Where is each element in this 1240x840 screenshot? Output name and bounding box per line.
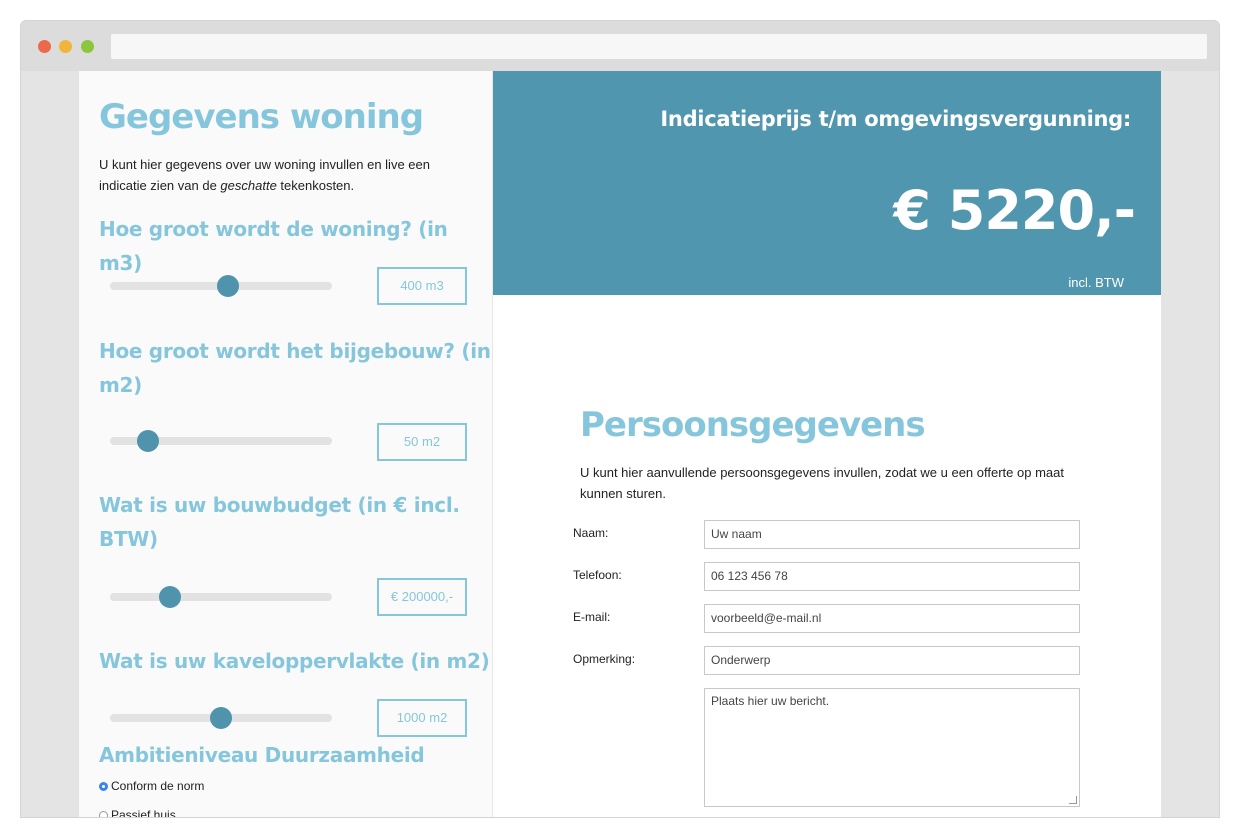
- annex-size-slider[interactable]: [110, 430, 332, 452]
- option-label: Conform de norm: [111, 779, 205, 793]
- subject-field[interactable]: Onderwerp: [704, 646, 1080, 675]
- price-indication-title: Indicatieprijs t/m omgevingsvergunning:: [660, 107, 1131, 131]
- option-conform-norm[interactable]: Conform de norm: [99, 779, 204, 793]
- phone-field[interactable]: 06 123 456 78: [704, 562, 1080, 591]
- house-size-value[interactable]: 400 m3: [377, 267, 467, 305]
- remark-label: Opmerking:: [573, 652, 636, 666]
- message-textarea[interactable]: Plaats hier uw bericht.: [704, 688, 1080, 807]
- plot-size-value[interactable]: 1000 m2: [377, 699, 467, 737]
- budget-slider[interactable]: [110, 586, 332, 608]
- minimize-window-button[interactable]: [59, 40, 72, 53]
- email-field[interactable]: voorbeeld@e-mail.nl: [704, 604, 1080, 633]
- plot-size-label: Wat is uw kaveloppervlakte (in m2): [99, 649, 490, 673]
- budget-value[interactable]: € 200000,-: [377, 578, 467, 616]
- personal-details-intro: U kunt hier aanvullende persoonsgegevens…: [580, 465, 1064, 501]
- phone-label: Telefoon:: [573, 568, 622, 582]
- house-size-slider[interactable]: [110, 275, 332, 297]
- right-panel: Indicatieprijs t/m omgevingsvergunning: …: [493, 71, 1161, 817]
- budget-label: Wat is uw bouwbudget (in € incl.: [99, 493, 460, 517]
- intro-text-end: tekenkosten.: [276, 178, 355, 193]
- slider-handle[interactable]: [137, 430, 159, 452]
- radio-checked-icon[interactable]: [99, 781, 108, 791]
- house-details-title: Gegevens woning: [99, 97, 424, 137]
- page-content: Gegevens woning U kunt hier gegevens ove…: [79, 71, 1161, 818]
- annex-size-value[interactable]: 50 m2: [377, 423, 467, 461]
- option-label: Passief huis: [111, 808, 176, 818]
- slider-handle[interactable]: [159, 586, 181, 608]
- annex-size-label: Hoe groot wordt het bijgebouw? (in: [99, 339, 491, 363]
- slider-handle[interactable]: [217, 275, 239, 297]
- intro-emphasis: geschatte: [220, 178, 277, 193]
- maximize-window-button[interactable]: [81, 40, 94, 53]
- name-field[interactable]: Uw naam: [704, 520, 1080, 549]
- price-value: € 5220,-: [893, 179, 1136, 242]
- radio-unchecked-icon[interactable]: [99, 810, 108, 817]
- price-vat-note: incl. BTW: [1068, 275, 1124, 290]
- price-indication-panel: Indicatieprijs t/m omgevingsvergunning: …: [493, 71, 1161, 295]
- plot-size-slider[interactable]: [110, 707, 332, 729]
- house-details-panel: Gegevens woning U kunt hier gegevens ove…: [79, 71, 493, 818]
- slider-handle[interactable]: [210, 707, 232, 729]
- message-placeholder: Plaats hier uw bericht.: [711, 694, 830, 708]
- address-bar[interactable]: [111, 34, 1207, 59]
- browser-window: Gegevens woning U kunt hier gegevens ove…: [20, 20, 1220, 818]
- close-window-button[interactable]: [38, 40, 51, 53]
- budget-label-cont: BTW): [99, 527, 158, 551]
- ambition-title: Ambitieniveau Duurzaamheid: [99, 743, 425, 767]
- annex-size-label-cont: m2): [99, 373, 142, 397]
- email-label: E-mail:: [573, 610, 611, 624]
- resize-handle-icon[interactable]: [1069, 796, 1077, 804]
- browser-toolbar: [21, 21, 1219, 71]
- personal-details-title: Persoonsgegevens: [580, 405, 926, 445]
- option-passive-house[interactable]: Passief huis: [99, 808, 176, 818]
- name-label: Naam:: [573, 526, 609, 540]
- house-details-intro: U kunt hier gegevens over uw woning invu…: [99, 154, 469, 196]
